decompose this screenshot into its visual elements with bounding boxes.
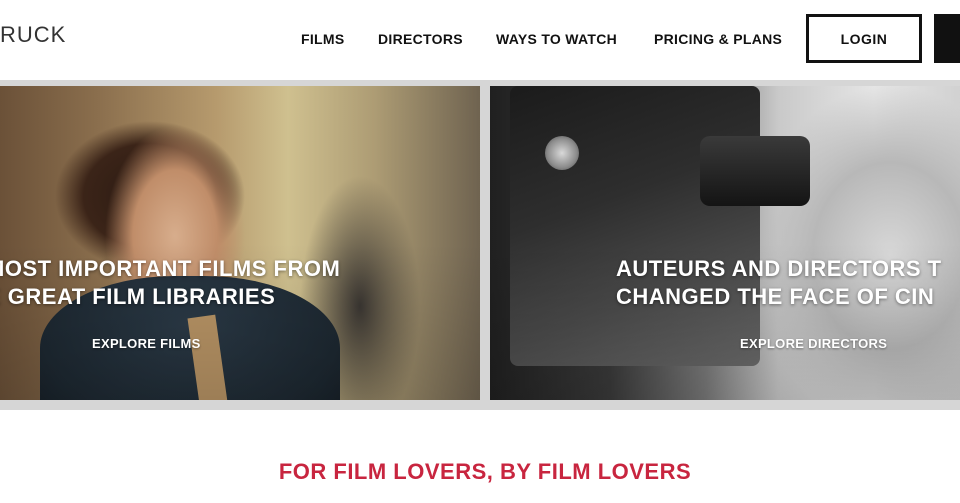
films-headline-line1: MOST IMPORTANT FILMS FROM (0, 256, 341, 281)
directors-headline-line2: CHANGED THE FACE OF CIN (616, 284, 935, 309)
films-panel[interactable]: MOST IMPORTANT FILMS FROM E GREAT FILM L… (0, 86, 480, 400)
nav-films[interactable]: FILMS (301, 31, 345, 47)
explore-films-link[interactable]: EXPLORE FILMS (92, 336, 201, 351)
directors-headline: AUTEURS AND DIRECTORS T CHANGED THE FACE… (616, 255, 942, 311)
explore-directors-link[interactable]: EXPLORE DIRECTORS (740, 336, 887, 351)
directors-headline-line1: AUTEURS AND DIRECTORS T (616, 256, 942, 281)
films-overlay (0, 86, 480, 400)
site-header: RUCK FILMS DIRECTORS WAYS TO WATCH PRICI… (0, 0, 960, 80)
signup-button[interactable] (934, 14, 960, 63)
nav-ways-to-watch[interactable]: WAYS TO WATCH (496, 31, 617, 47)
nav-pricing-plans[interactable]: PRICING & PLANS (654, 31, 782, 47)
login-button[interactable]: LOGIN (806, 14, 922, 63)
section-tagline: FOR FILM LOVERS, BY FILM LOVERS (278, 459, 692, 484)
nav-directors[interactable]: DIRECTORS (378, 31, 463, 47)
directors-overlay (490, 86, 960, 400)
films-headline-line2: E GREAT FILM LIBRARIES (0, 284, 276, 309)
films-headline: MOST IMPORTANT FILMS FROM E GREAT FILM L… (0, 255, 340, 311)
directors-panel[interactable]: AUTEURS AND DIRECTORS T CHANGED THE FACE… (490, 86, 960, 400)
